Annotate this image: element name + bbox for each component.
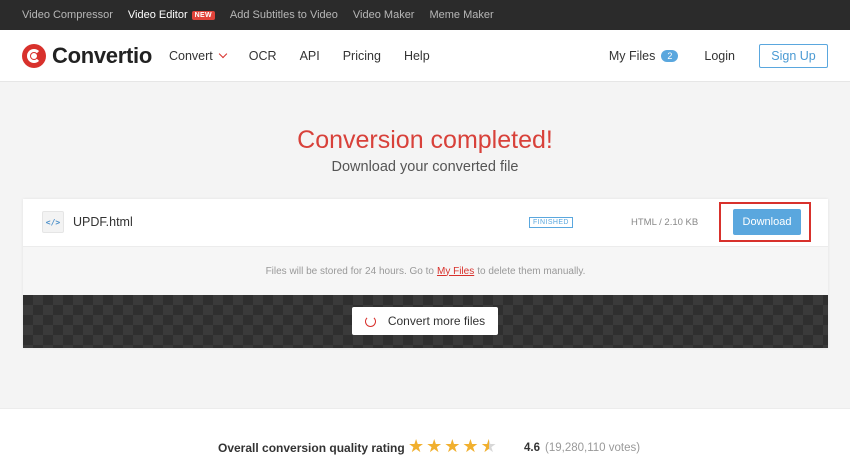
my-files-label: My Files — [608, 49, 656, 63]
file-row: </> UPDF.html FINISHED HTML / 2.10 KB Do… — [23, 199, 828, 246]
star-icon[interactable]: ★ — [462, 437, 478, 455]
file-format-size: HTML / 2.10 KB — [631, 217, 699, 228]
convert-more-band: Convert more files — [23, 295, 828, 348]
star-icon[interactable]: ★ — [426, 437, 442, 455]
convertio-logo-icon — [22, 44, 46, 68]
refresh-icon — [364, 315, 376, 327]
top-links-bar: Video Compressor Video Editor NEW Add Su… — [0, 0, 850, 30]
star-icon[interactable]: ★ — [408, 437, 424, 455]
topbar-link-meme-maker[interactable]: Meme Maker — [429, 9, 493, 21]
rating-stars[interactable]: ★ ★ ★ ★ ★ — [408, 437, 499, 455]
brand-logo[interactable]: Convertio — [22, 43, 152, 69]
page-subtitle: Download your converted file — [331, 159, 519, 175]
page-title: Conversion completed! — [297, 126, 553, 154]
storage-notice: Files will be stored for 24 hours. Go to… — [23, 246, 828, 295]
converted-file-card: </> UPDF.html FINISHED HTML / 2.10 KB Do… — [23, 199, 828, 348]
sign-up-button[interactable]: Sign Up — [759, 44, 828, 68]
account-nav: My Files 2 Login Sign Up — [609, 44, 828, 68]
nav-item-pricing[interactable]: Pricing — [343, 49, 381, 63]
rating-votes: (19,280,110 votes) — [545, 442, 641, 454]
star-icon[interactable]: ★ — [444, 437, 460, 455]
notice-text-before: Files will be stored for 24 hours. Go to — [265, 265, 434, 277]
new-badge: NEW — [191, 10, 215, 20]
nav-item-ocr[interactable]: OCR — [249, 49, 277, 63]
rating-section: Overall conversion quality rating ★ ★ ★ … — [0, 408, 850, 462]
topbar-link-video-compressor[interactable]: Video Compressor — [22, 9, 113, 21]
login-link[interactable]: Login — [704, 49, 735, 63]
rating-label: Overall conversion quality rating — [218, 441, 405, 455]
nav-item-label: Convert — [169, 49, 213, 63]
topbar-link-add-subtitles[interactable]: Add Subtitles to Video — [230, 9, 338, 21]
my-files-notice-link[interactable]: My Files — [437, 266, 474, 277]
main-nav: Convertio Convert OCR API Pricing Help M… — [0, 30, 850, 82]
code-file-icon: </> — [42, 211, 64, 233]
rating-score: 4.6 — [524, 442, 540, 454]
topbar-link-video-editor[interactable]: Video Editor NEW — [128, 9, 215, 21]
half-star-icon[interactable]: ★ — [481, 437, 497, 455]
status-badge: FINISHED — [529, 217, 573, 228]
nav-item-convert[interactable]: Convert — [169, 49, 228, 63]
download-button[interactable]: Download — [733, 209, 801, 235]
notice-text-after: to delete them manually. — [477, 265, 586, 277]
convert-more-files-button[interactable]: Convert more files — [352, 307, 498, 335]
nav-item-help[interactable]: Help — [404, 49, 430, 63]
file-name: UPDF.html — [73, 215, 133, 229]
convert-more-label: Convert more files — [387, 314, 486, 328]
my-files-link[interactable]: My Files 2 — [609, 49, 679, 63]
topbar-link-video-maker[interactable]: Video Maker — [353, 9, 415, 21]
chevron-down-icon — [218, 49, 228, 59]
brand-name: Convertio — [52, 43, 152, 68]
my-files-count-badge: 2 — [661, 50, 679, 62]
nav-item-api[interactable]: API — [300, 49, 320, 63]
topbar-link-label: Video Editor — [127, 9, 188, 21]
nav-menu: Convert OCR API Pricing Help — [169, 49, 453, 63]
